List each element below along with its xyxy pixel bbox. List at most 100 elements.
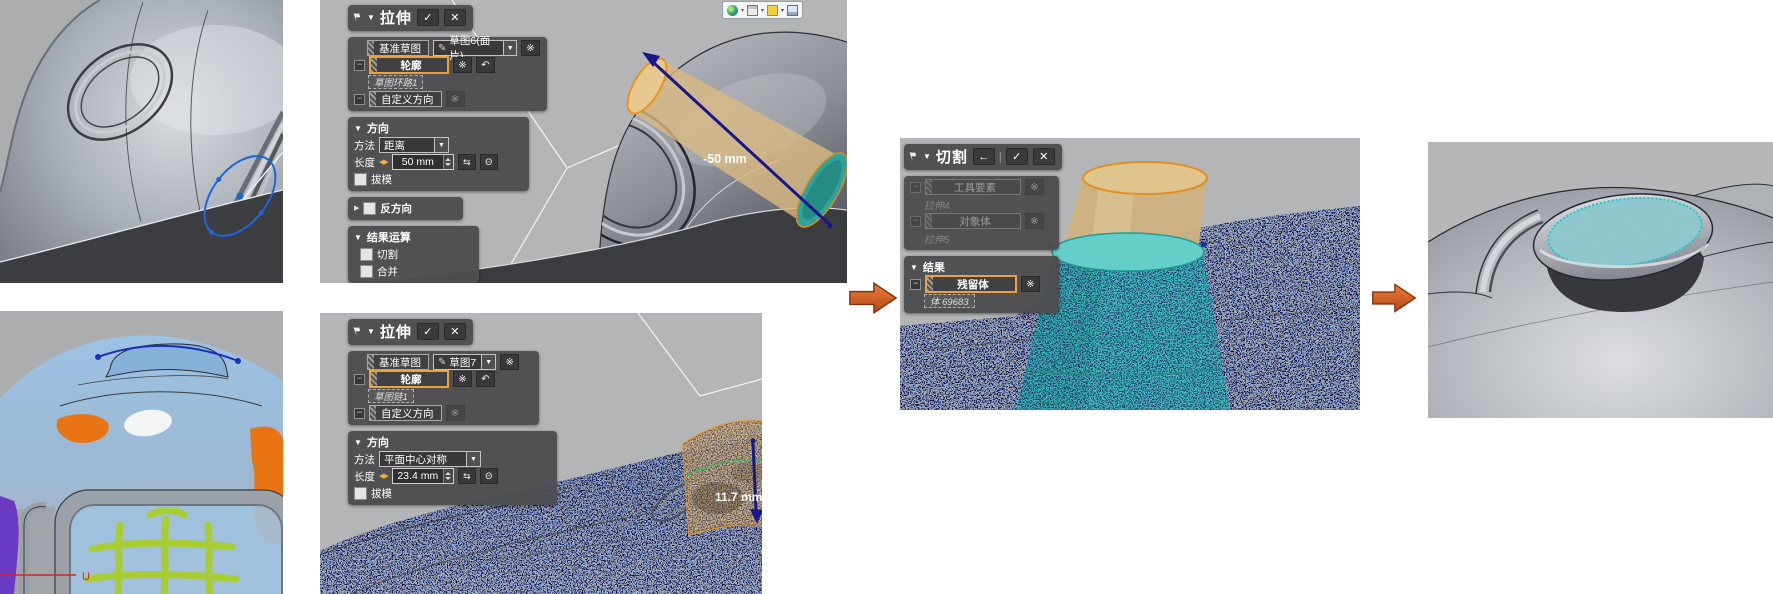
base-sketch-select[interactable]: ✎ 草图7 ▼ <box>433 354 497 370</box>
spinner[interactable] <box>442 469 453 483</box>
method-label: 方法 <box>354 453 375 466</box>
selector-button: ※ <box>1025 179 1044 195</box>
method-value: 距离 <box>384 139 405 152</box>
spinner[interactable] <box>442 155 453 169</box>
solid-model-scene[interactable] <box>0 0 283 283</box>
base-sketch-button[interactable]: 基准草图 <box>367 354 429 370</box>
length-input[interactable]: 50 mm <box>391 154 454 170</box>
view-box-icon[interactable] <box>747 4 759 16</box>
viewport-bottom-left[interactable]: U <box>0 311 283 594</box>
direction-section-title: 方向 <box>366 437 389 449</box>
selector-button[interactable]: ※ <box>521 40 540 56</box>
collapse-icon[interactable]: ▼ <box>367 327 375 336</box>
collapse-icon[interactable]: ▼ <box>354 438 362 447</box>
collapse-icon[interactable]: ▼ <box>354 233 362 242</box>
direction-section-title: 方向 <box>366 123 389 135</box>
draft-label: 拔模 <box>371 487 392 500</box>
caret-icon[interactable]: ▾ <box>761 7 764 14</box>
panel-header[interactable]: ⚑ ▼ 切割 ← | ✓ ✕ <box>904 144 1062 170</box>
profile-button[interactable]: 轮廓 <box>369 370 449 388</box>
length-value[interactable]: 23.4 mm <box>393 469 443 483</box>
profile-item-chip[interactable]: 草图环路1 <box>368 75 424 89</box>
collapse-icon[interactable]: ▼ <box>910 263 918 272</box>
cancel-button[interactable]: ✕ <box>443 9 466 26</box>
collapse-icon[interactable]: ▼ <box>923 152 931 161</box>
dropdown-icon[interactable]: ▼ <box>434 138 448 152</box>
expand-icon[interactable]: ▶ <box>354 204 359 212</box>
viewport-extrude-top[interactable]: -50 mm ▾ ▾ ▾ ⚑ ▼ 拉伸 ✓ ✕ 基准草图 ✎ 草图6(面片) ▼… <box>320 0 847 283</box>
selector-button[interactable]: ※ <box>453 371 472 387</box>
collapse-icon[interactable]: ▼ <box>367 13 375 22</box>
result-section-title: 结果运算 <box>366 232 411 244</box>
expander-icon: − <box>910 215 921 227</box>
undo-button[interactable]: ↶ <box>476 57 495 73</box>
length-label: 长度 <box>354 156 375 169</box>
draft-checkbox[interactable] <box>354 172 367 186</box>
view-display-icon[interactable] <box>787 4 799 16</box>
pin-icon: ⚑ <box>907 149 920 164</box>
view-orientation-globe-icon[interactable] <box>727 4 738 16</box>
method-select[interactable]: 距离 ▼ <box>379 137 449 153</box>
selector-button[interactable]: ※ <box>1021 276 1040 292</box>
cancel-button[interactable]: ✕ <box>443 323 466 340</box>
selector-button[interactable]: ※ <box>453 57 472 73</box>
custom-direction-button[interactable]: 自定义方向 <box>369 91 442 107</box>
measure-icon[interactable]: ⇆ <box>457 154 476 170</box>
caret-icon[interactable]: ▾ <box>741 7 744 14</box>
confirm-button[interactable]: ✓ <box>1005 148 1028 165</box>
panel-header[interactable]: ⚑ ▼ 拉伸 ✓ ✕ <box>348 319 473 345</box>
expander-icon[interactable]: − <box>910 278 921 290</box>
dropdown-icon[interactable]: ▼ <box>481 355 496 369</box>
sketch-icon: ✎ <box>438 356 447 368</box>
flip-direction-icon[interactable]: ◀▶ <box>379 472 389 480</box>
confirm-button[interactable]: ✓ <box>416 323 439 340</box>
expander-icon[interactable]: − <box>354 93 365 105</box>
undo-button[interactable]: ↶ <box>476 371 495 387</box>
residual-body-button[interactable]: 残留体 <box>925 275 1017 293</box>
view-toolbar[interactable]: ▾ ▾ ▾ <box>722 1 804 19</box>
expander-icon[interactable]: − <box>354 59 365 71</box>
profile-button[interactable]: 轮廓 <box>369 56 449 74</box>
viewport-top-left[interactable] <box>0 0 283 283</box>
viewport-final-result[interactable] <box>1428 142 1773 418</box>
panel-header[interactable]: ⚑ ▼ 拉伸 ✓ ✕ <box>348 5 473 31</box>
expander-icon[interactable]: − <box>354 373 365 385</box>
base-sketch-button[interactable]: 基准草图 <box>367 40 429 56</box>
length-label: 长度 <box>354 470 375 483</box>
measure-icon[interactable]: ⇆ <box>457 468 476 484</box>
rotate-icon[interactable]: Θ <box>479 468 498 484</box>
profile-item-chip[interactable]: 草图链1 <box>368 389 414 403</box>
flip-direction-icon[interactable]: ◀▶ <box>379 158 389 166</box>
separator: | <box>998 150 1002 163</box>
viewport-extrude-bottom[interactable]: 11.7 mm ⚑ ▼ 拉伸 ✓ ✕ 基准草图 ✎ 草图7 ▼ ※ − 轮廓 ※… <box>320 313 762 594</box>
selector-button[interactable]: ※ <box>500 354 520 370</box>
confirm-button[interactable]: ✓ <box>416 9 439 26</box>
selector-button: ※ <box>1025 213 1044 229</box>
merge-checkbox[interactable] <box>360 264 373 278</box>
custom-direction-button[interactable]: 自定义方向 <box>369 405 442 421</box>
collapse-icon[interactable]: ▼ <box>354 124 362 133</box>
final-result-scene[interactable] <box>1428 142 1773 418</box>
scan-mesh-scene[interactable]: U <box>0 311 283 594</box>
target-item: 拉伸5 <box>924 234 950 246</box>
cancel-button[interactable]: ✕ <box>1032 148 1055 165</box>
cut-panel: ⚑ ▼ 切割 ← | ✓ ✕ − 工具要素 ※ 拉伸4 − 对象体 ※ 拉伸5 … <box>904 144 1062 313</box>
viewport-cut[interactable]: ⚑ ▼ 切割 ← | ✓ ✕ − 工具要素 ※ 拉伸4 − 对象体 ※ 拉伸5 … <box>900 138 1360 410</box>
cut-checkbox[interactable] <box>360 247 373 261</box>
view-plane-icon[interactable] <box>767 4 779 16</box>
reverse-checkbox[interactable] <box>363 201 377 215</box>
dropdown-icon[interactable]: ▼ <box>466 452 480 466</box>
length-value[interactable]: 50 mm <box>393 155 443 169</box>
caret-icon[interactable]: ▾ <box>781 7 784 14</box>
pin-icon: ⚑ <box>351 324 364 339</box>
length-input[interactable]: 23.4 mm <box>391 468 454 484</box>
residual-item-chip[interactable]: 体 69683 <box>924 294 975 308</box>
rotate-icon[interactable]: Θ <box>479 154 498 170</box>
draft-checkbox[interactable] <box>354 486 367 500</box>
method-select[interactable]: 平面中心对称 ▼ <box>379 451 481 467</box>
base-sketch-select[interactable]: ✎ 草图6(面片) ▼ <box>433 35 517 62</box>
extrusion-length-annotation: 11.7 mm <box>715 490 762 504</box>
back-button[interactable]: ← <box>972 148 995 165</box>
expander-icon[interactable]: − <box>354 407 365 419</box>
dropdown-icon[interactable]: ▼ <box>503 41 516 55</box>
